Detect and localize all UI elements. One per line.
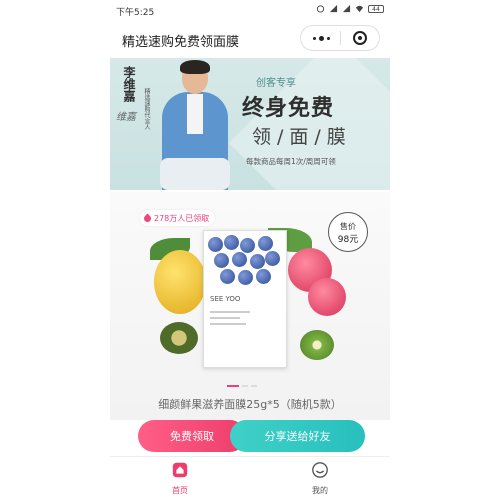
alarm-icon — [316, 5, 325, 13]
status-icons: 44 — [316, 4, 384, 13]
signal-icon — [329, 4, 338, 13]
status-bar: 下午5:25 44 — [110, 0, 390, 20]
product-image[interactable]: SEE YOO — [148, 228, 348, 370]
capsule-divider — [340, 31, 341, 45]
banner-title: 终身免费 — [242, 96, 335, 121]
tab-mine[interactable]: 我的 — [290, 461, 350, 496]
raspberry-image — [308, 278, 346, 316]
face-mask-package: SEE YOO — [203, 230, 287, 368]
promo-banner[interactable]: 李维嘉 精选速购代言人 维嘉 创客专享 终身免费 领/面/膜 每款商品每周1次/… — [110, 58, 390, 190]
spokesperson-photo — [150, 58, 240, 190]
spokesperson-role: 精选速购代言人 — [143, 88, 150, 130]
claimed-count-badge: 278万人已领取 — [140, 210, 216, 226]
tab-mine-label: 我的 — [312, 486, 328, 495]
carousel-indicator — [227, 385, 257, 387]
carousel-dot — [251, 385, 257, 387]
banner-title-secondary: 领/面/膜 — [252, 126, 352, 148]
package-text-line — [210, 317, 240, 319]
kiwi-image — [300, 330, 334, 360]
package-text-line — [210, 311, 250, 313]
banner-subtitle: 创客专享 — [256, 78, 296, 89]
action-bar: 免费领取 分享送给好友 — [110, 420, 390, 456]
smile-icon — [312, 462, 328, 478]
spokesperson-signature: 维嘉 — [116, 112, 136, 123]
more-dot-icon — [312, 36, 316, 40]
carousel-dot — [242, 385, 248, 387]
nav-bar: 精选速购免费领面膜 — [110, 20, 390, 56]
home-icon — [172, 462, 188, 478]
tab-home-label: 首页 — [172, 486, 188, 495]
mini-program-capsule — [300, 25, 380, 51]
signal-icon-2 — [342, 4, 351, 13]
share-to-friend-button[interactable]: 分享送给好友 — [230, 420, 365, 452]
tab-bar: 首页 我的 — [110, 456, 390, 500]
claimed-count-text: 278万人已领取 — [154, 213, 210, 223]
banner-description: 每款商品每周1次/周周可领 — [246, 157, 336, 166]
blueberries-image — [208, 235, 280, 291]
avocado-image — [160, 322, 198, 354]
lemon-image — [154, 250, 206, 314]
flame-icon — [142, 213, 153, 223]
status-time: 下午5:25 — [116, 8, 155, 18]
wifi-icon — [355, 5, 364, 13]
spokesperson-name: 李维嘉 — [122, 66, 136, 102]
more-button[interactable] — [301, 26, 341, 50]
close-mini-program-icon[interactable] — [353, 31, 367, 45]
package-text-line — [210, 323, 246, 325]
more-dot-icon — [318, 35, 324, 41]
carousel-dot-active — [227, 385, 239, 387]
tab-home[interactable]: 首页 — [150, 461, 210, 496]
more-dot-icon — [326, 36, 330, 40]
app-page: 下午5:25 44 精选速购免费领面膜 李维嘉 精选速购代言人 维嘉 创客专享 … — [110, 0, 390, 500]
battery-icon: 44 — [368, 4, 384, 13]
package-brand: SEE YOO — [210, 295, 241, 303]
product-name: 细颜鲜果滋养面膜25g*5（随机5款） — [158, 398, 342, 411]
product-card: 278万人已领取 售价 98元 SEE YOO 细颜鲜果滋养面膜25g*5（随机… — [110, 192, 390, 420]
nav-title: 精选速购免费领面膜 — [122, 35, 240, 50]
